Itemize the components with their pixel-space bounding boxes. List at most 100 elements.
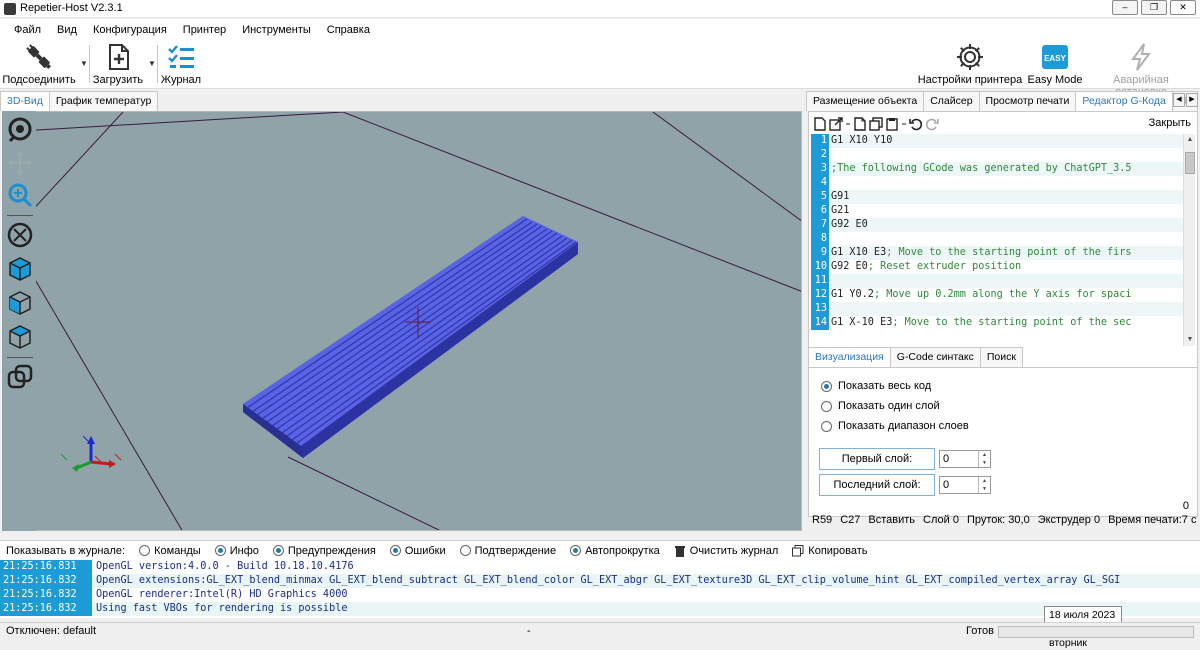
toggle-indicator[interactable] [570,545,582,556]
front-view-icon[interactable] [6,289,34,317]
toggle-indicator[interactable] [459,545,471,556]
tab-visualization[interactable]: Визуализация [808,347,891,367]
minimize-button[interactable]: – [1112,0,1138,15]
radio-show-all[interactable]: Показать весь код [821,380,931,392]
tab-object-placement[interactable]: Размещение объекта [806,91,925,111]
menu-file[interactable]: Файл [14,24,41,36]
code-line[interactable]: 13 [811,302,1183,316]
code-line[interactable]: 12 G1 Y0.2 ; Move up 0.2mm along the Y ax… [811,288,1183,302]
tab-gcode-syntax[interactable]: G-Code синтакс [889,347,981,367]
3d-viewport[interactable] [2,111,802,531]
filter-warnings[interactable]: Предупреждения [272,545,376,557]
code-comment: ; Move to the starting point of the firs [886,247,1132,258]
first-layer-stepper[interactable]: 0 ▲ ▼ [939,450,991,468]
load-button[interactable]: Загрузить [92,41,144,87]
scroll-up-icon[interactable]: ▲ [1184,134,1196,146]
code-line[interactable]: 8 [811,232,1183,246]
toggle-indicator[interactable] [389,545,401,556]
tab-temperature-graph[interactable]: График температур [48,91,159,111]
code-area[interactable]: 1 G1 X10 Y10 2 3 ;The following GCode was ge… [811,134,1183,346]
tab-search[interactable]: Поиск [979,347,1023,367]
code-line[interactable]: 7 G92 E0 [811,218,1183,232]
code-line[interactable]: 11 [811,274,1183,288]
filter-ack[interactable]: Подтверждение [459,545,556,557]
tab-print-preview[interactable]: Просмотр печати [978,91,1077,111]
code-line[interactable]: 4 [811,176,1183,190]
scroll-down-icon[interactable]: ▼ [1184,334,1196,346]
last-layer-stepper[interactable]: 0 ▲ ▼ [939,476,991,494]
connect-dropdown-icon[interactable]: ▼ [80,59,88,68]
connect-button[interactable]: Подсоединить [2,41,76,87]
rotate-view-icon[interactable] [6,115,34,143]
objects-icon[interactable] [6,363,34,391]
redo-icon[interactable] [925,117,939,131]
tab-3d-view[interactable]: 3D-Вид [0,91,50,111]
code-line[interactable]: 10 G92 E0 ; Reset extruder position [811,260,1183,274]
radio-indicator[interactable] [821,400,832,412]
editor-scrollbar[interactable]: ▲ ▼ [1183,134,1195,346]
menu-bar: Файл Вид Конфигурация Принтер Инструмент… [0,19,1200,41]
tab-scroll-left-icon[interactable]: ◀ [1173,93,1185,107]
easy-mode-button[interactable]: EASY Easy Mode [1026,41,1084,87]
code-line[interactable]: 9 G1 X10 E3 ; Move to the starting point … [811,246,1183,260]
radio-indicator[interactable] [821,380,832,392]
log-row[interactable]: 21:25:16.831 OpenGL version:4.0.0 - Build… [0,560,1200,574]
maximize-button[interactable]: ❐ [1141,0,1167,15]
code-line[interactable]: 14 G1 X-10 E3 ; Move to the starting poin… [811,316,1183,330]
menu-tools[interactable]: Инструменты [242,24,311,36]
code-line[interactable]: 6 G21 [811,204,1183,218]
menu-view[interactable]: Вид [57,24,77,36]
log-area[interactable]: 21:25:16.831 OpenGL version:4.0.0 - Build… [0,560,1200,618]
menu-help[interactable]: Справка [327,24,370,36]
load-dropdown-icon[interactable]: ▼ [148,59,156,68]
copy-icon[interactable] [869,117,883,131]
log-button[interactable]: Журнал [160,41,202,87]
code-line[interactable]: 5 G91 [811,190,1183,204]
tab-slicer[interactable]: Слайсер [923,91,980,111]
radio-show-layer-range[interactable]: Показать диапазон слоев [821,420,969,432]
iso-view-icon[interactable] [6,255,34,283]
fit-view-icon[interactable] [6,221,34,249]
toolbar-separator [157,45,158,83]
filter-autoscroll[interactable]: Автопрокрутка [570,545,660,557]
tab-gcode-editor[interactable]: Редактор G-Кода [1075,91,1173,111]
log-row[interactable]: 21:25:16.832 Using fast VBOs for renderin… [0,602,1200,616]
log-row[interactable]: 21:25:16.832 OpenGL extensions:GL_EXT_ble… [0,574,1200,588]
toggle-indicator[interactable] [214,545,226,556]
copy-log-button[interactable]: Копировать [792,544,868,557]
code-line[interactable]: 1 G1 X10 Y10 [811,134,1183,148]
toggle-indicator[interactable] [139,545,151,556]
close-editor-button[interactable]: Закрыть [1149,117,1191,129]
toggle-indicator[interactable] [272,545,284,556]
menu-config[interactable]: Конфигурация [93,24,167,36]
export-icon[interactable] [829,117,843,131]
last-layer-label: Последний слой: [819,474,935,496]
page-icon[interactable] [853,117,867,131]
menu-printer[interactable]: Принтер [183,24,226,36]
emergency-stop-button[interactable]: Аварийная остановка [1086,41,1196,98]
zoom-icon[interactable] [6,181,34,209]
code-line[interactable]: 2 [811,148,1183,162]
add-file-icon [109,44,129,70]
spinner-arrows-icon[interactable]: ▲ ▼ [978,477,990,493]
spinner-arrows-icon[interactable]: ▲ ▼ [978,451,990,467]
line-number: 1 [811,134,829,148]
undo-icon[interactable] [909,117,923,131]
move-view-icon[interactable] [6,149,34,177]
close-window-button[interactable]: ✕ [1170,0,1196,15]
log-row[interactable]: 21:25:16.832 OpenGL renderer:Intel(R) HD … [0,588,1200,602]
filter-info[interactable]: Инфо [214,545,259,557]
radio-show-one-layer[interactable]: Показать один слой [821,400,940,412]
printer-settings-button[interactable]: Настройки принтера [916,41,1024,87]
clear-log-button[interactable]: Очистить журнал [674,545,778,557]
scrollbar-thumb[interactable] [1185,152,1195,174]
code-line[interactable]: 3 ;The following GCode was generated by C… [811,162,1183,176]
paste-icon[interactable] [885,117,899,131]
tool-separator [7,357,33,358]
radio-indicator[interactable] [821,420,832,432]
filter-commands[interactable]: Команды [139,545,201,557]
tab-scroll-right-icon[interactable]: ▶ [1186,93,1198,107]
top-view-icon[interactable] [6,323,34,351]
filter-errors[interactable]: Ошибки [389,545,446,557]
new-file-icon[interactable] [813,117,827,131]
